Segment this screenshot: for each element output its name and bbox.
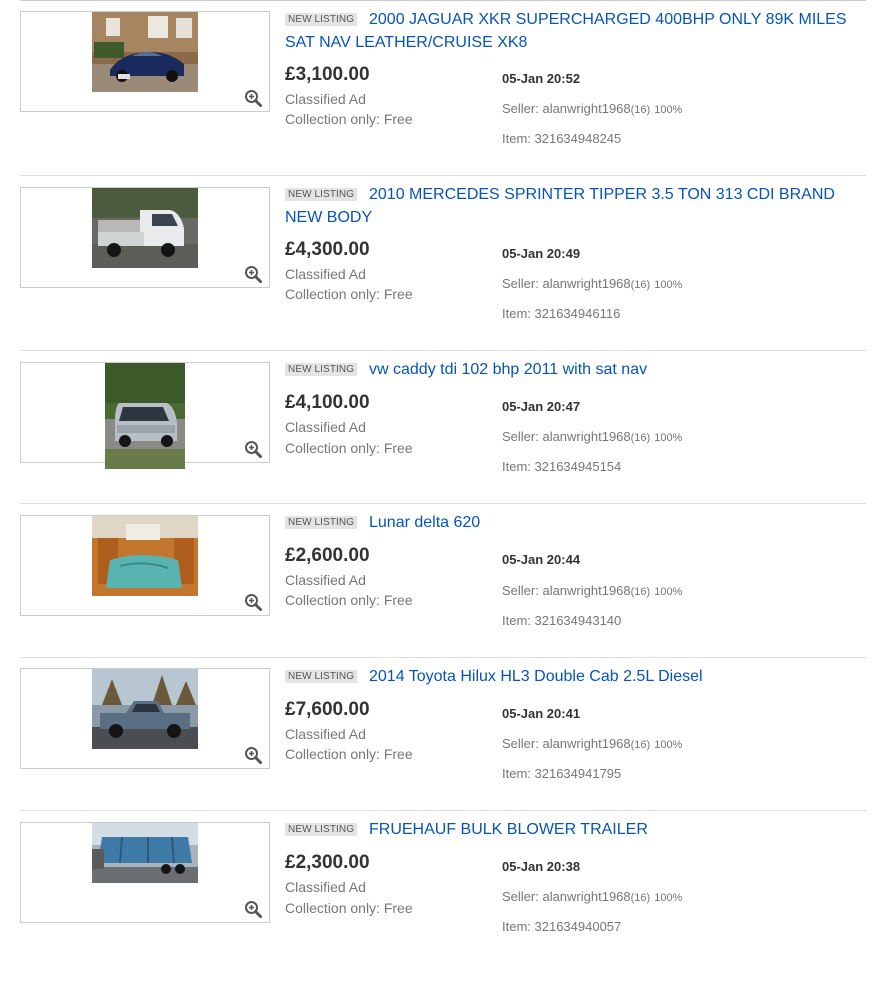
listing-format: Classified Ad [285,266,366,282]
car-photo[interactable] [92,12,198,92]
seller-name[interactable]: Seller: alanwright1968 [502,276,631,291]
zoom-in-icon[interactable] [244,440,262,458]
list-item: NEW LISTING Lunar delta 620 £2,600.00 Cl… [0,503,887,679]
listing-shipping: Collection only: Free [285,111,413,127]
listing-shipping: Collection only: Free [285,746,413,762]
feedback-percent: 100% [654,586,683,598]
listing-shipping: Collection only: Free [285,286,413,302]
seller-info: Seller: alanwright1968(16) 100% [502,889,682,904]
seller-info: Seller: alanwright1968(16) 100% [502,101,682,116]
seller-name[interactable]: Seller: alanwright1968 [502,101,631,116]
listing-price: £7,600.00 [285,699,370,720]
feedback-count[interactable]: (16) [631,104,651,116]
item-number: Item: 321634945154 [502,459,622,474]
feedback-count[interactable]: (16) [631,892,651,904]
listing-time: 05-Jan 20:38 [502,859,581,874]
listing-thumbnail[interactable] [20,11,270,112]
zoom-in-icon[interactable] [244,265,262,283]
listing-format: Classified Ad [285,879,366,895]
listing-shipping: Collection only: Free [285,440,413,456]
list-item: NEW LISTING 2000 JAGUAR XKR SUPERCHARGED… [0,0,887,176]
row-divider [20,350,866,351]
row-divider [20,175,866,176]
seller-name[interactable]: Seller: alanwright1968 [502,889,631,904]
row-divider [20,503,866,504]
feedback-count[interactable]: (16) [631,279,651,291]
listing-title-link[interactable]: Lunar delta 620 [285,511,855,534]
listing-title-link[interactable]: 2010 MERCEDES SPRINTER TIPPER 3.5 TON 31… [285,183,855,229]
listing-format: Classified Ad [285,572,366,588]
item-number: Item: 321634941795 [502,766,622,781]
item-number: Item: 321634946116 [502,306,621,321]
seller-info: Seller: alanwright1968(16) 100% [502,736,682,751]
listing-title-link[interactable]: vw caddy tdi 102 bhp 2011 with sat nav [285,358,855,381]
seller-name[interactable]: Seller: alanwright1968 [502,583,631,598]
list-item: NEW LISTING vw caddy tdi 102 bhp 2011 wi… [0,350,887,526]
van-photo[interactable] [92,188,198,268]
listing-price: £4,100.00 [285,392,370,413]
listing-price: £3,100.00 [285,64,370,85]
listing-title-link[interactable]: FRUEHAUF BULK BLOWER TRAILER [285,818,855,841]
feedback-percent: 100% [654,739,683,751]
listing-time: 05-Jan 20:49 [502,246,581,261]
listing-thumbnail[interactable] [20,187,270,288]
feedback-count[interactable]: (16) [631,432,651,444]
zoom-in-icon[interactable] [244,89,262,107]
row-divider [20,810,866,811]
item-number: Item: 321634948245 [502,131,622,146]
listing-format: Classified Ad [285,726,366,742]
listing-title: vw caddy tdi 102 bhp 2011 with sat nav [369,361,648,378]
feedback-count[interactable]: (16) [631,586,651,598]
listing-thumbnail[interactable] [20,822,270,923]
list-item: NEW LISTING FRUEHAUF BULK BLOWER TRAILER… [0,810,887,986]
zoom-in-icon[interactable] [244,900,262,918]
seller-info: Seller: alanwright1968(16) 100% [502,429,682,444]
feedback-percent: 100% [654,104,683,116]
listing-thumbnail[interactable] [20,362,270,469]
list-item: NEW LISTING 2010 MERCEDES SPRINTER TIPPE… [0,175,887,351]
truck-photo[interactable] [92,669,198,749]
list-item: NEW LISTING 2014 Toyota Hilux HL3 Double… [0,657,887,833]
feedback-count[interactable]: (16) [631,739,651,751]
item-number: Item: 321634940057 [502,919,622,934]
listing-shipping: Collection only: Free [285,592,413,608]
listing-time: 05-Jan 20:52 [502,71,581,86]
seller-info: Seller: alanwright1968(16) 100% [502,276,682,291]
listing-time: 05-Jan 20:41 [502,706,581,721]
listing-price: £2,600.00 [285,545,370,566]
listing-price: £4,300.00 [285,239,370,260]
zoom-in-icon[interactable] [244,593,262,611]
seller-name[interactable]: Seller: alanwright1968 [502,429,631,444]
listing-format: Classified Ad [285,419,366,435]
listing-title-link[interactable]: 2000 JAGUAR XKR SUPERCHARGED 400BHP ONLY… [285,8,855,54]
van-photo[interactable] [105,363,185,469]
listing-shipping: Collection only: Free [285,900,413,916]
item-number: Item: 321634943140 [502,613,622,628]
listing-title: 2000 JAGUAR XKR SUPERCHARGED 400BHP ONLY… [285,11,847,51]
zoom-in-icon[interactable] [244,746,262,764]
listing-thumbnail[interactable] [20,668,270,769]
listing-price: £2,300.00 [285,852,370,873]
listing-format: Classified Ad [285,91,366,107]
feedback-percent: 100% [654,892,683,904]
feedback-percent: 100% [654,279,683,291]
listing-title: 2010 MERCEDES SPRINTER TIPPER 3.5 TON 31… [285,186,835,226]
listing-title: Lunar delta 620 [369,514,481,531]
listing-thumbnail[interactable] [20,515,270,616]
listing-title-link[interactable]: 2014 Toyota Hilux HL3 Double Cab 2.5L Di… [285,665,855,688]
seller-name[interactable]: Seller: alanwright1968 [502,736,631,751]
caravan-interior-photo[interactable] [92,516,198,596]
seller-info: Seller: alanwright1968(16) 100% [502,583,682,598]
trailer-photo[interactable] [92,823,198,883]
feedback-percent: 100% [654,432,683,444]
listing-title: 2014 Toyota Hilux HL3 Double Cab 2.5L Di… [369,668,703,685]
listing-title: FRUEHAUF BULK BLOWER TRAILER [369,821,648,838]
listing-time: 05-Jan 20:44 [502,552,581,567]
listing-time: 05-Jan 20:47 [502,399,581,414]
row-divider [20,657,866,658]
